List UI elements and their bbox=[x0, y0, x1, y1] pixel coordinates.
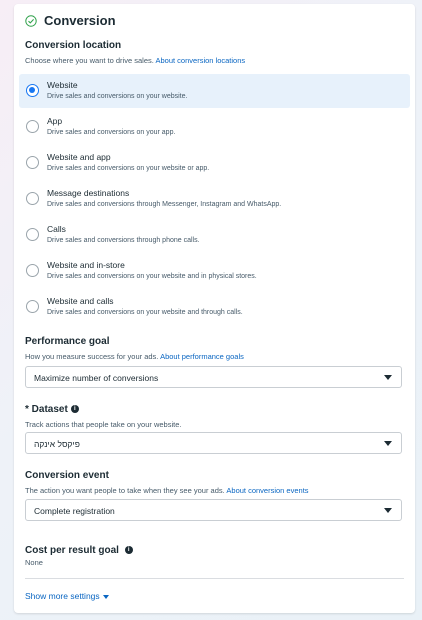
option-description: Drive sales and conversions on your webs… bbox=[47, 309, 243, 316]
conversion-location-options: Website Drive sales and conversions on yo… bbox=[19, 74, 410, 326]
conversion-event-value: Complete registration bbox=[34, 506, 115, 516]
dataset-subtitle: Track actions that people take on your w… bbox=[25, 420, 182, 429]
option-label: Website and in-store bbox=[47, 260, 125, 270]
chevron-down-icon bbox=[384, 508, 392, 513]
conversion-event-select[interactable]: Complete registration bbox=[25, 499, 402, 521]
conversion-card: Conversion Conversion location Choose wh… bbox=[14, 4, 415, 613]
conversion-location-option[interactable]: Website and app Drive sales and conversio… bbox=[19, 146, 410, 180]
conversion-location-option[interactable]: Message destinations Drive sales and conv… bbox=[19, 182, 410, 216]
conversion-location-option[interactable]: Website Drive sales and conversions on yo… bbox=[19, 74, 410, 108]
performance-goal-subtitle: How you measure success for your ads. Ab… bbox=[25, 352, 244, 361]
option-description: Drive sales and conversions on your webs… bbox=[47, 273, 257, 280]
conversion-event-subtitle: The action you want people to take when … bbox=[25, 486, 309, 495]
option-label: Calls bbox=[47, 224, 66, 234]
option-label: Website and calls bbox=[47, 296, 114, 306]
check-circle-icon bbox=[25, 14, 37, 27]
conversion-location-option[interactable]: Calls Drive sales and conversions through… bbox=[19, 218, 410, 252]
performance-goal-title: Performance goal bbox=[25, 336, 110, 347]
section-header: Conversion bbox=[25, 13, 116, 28]
dataset-value: פיקסל אינקה bbox=[34, 439, 80, 449]
radio-button[interactable] bbox=[26, 84, 39, 97]
conversion-location-option[interactable]: App Drive sales and conversions on your a… bbox=[19, 110, 410, 144]
about-conversion-events-link[interactable]: About conversion events bbox=[226, 486, 308, 495]
chevron-down-icon bbox=[102, 594, 109, 599]
radio-button[interactable] bbox=[26, 264, 39, 277]
cost-goal-value: None bbox=[25, 558, 43, 567]
info-icon[interactable]: i bbox=[124, 546, 133, 555]
dataset-select[interactable]: פיקסל אינקה bbox=[25, 432, 402, 454]
divider bbox=[25, 578, 404, 579]
radio-button[interactable] bbox=[26, 300, 39, 313]
option-label: App bbox=[47, 116, 63, 126]
option-label: Website and app bbox=[47, 152, 111, 162]
option-description: Drive sales and conversions on your app. bbox=[47, 129, 176, 136]
chevron-down-icon bbox=[384, 441, 392, 446]
show-more-settings-button[interactable]: Show more settings bbox=[25, 591, 109, 601]
about-conversion-locations-link[interactable]: About conversion locations bbox=[156, 56, 246, 65]
option-label: Website bbox=[47, 80, 78, 90]
radio-button[interactable] bbox=[26, 228, 39, 241]
info-icon[interactable]: i bbox=[70, 405, 79, 414]
option-description: Drive sales and conversions through Mess… bbox=[47, 201, 282, 208]
dataset-title: * Dataset i bbox=[25, 404, 79, 415]
chevron-down-icon bbox=[384, 375, 392, 380]
radio-button[interactable] bbox=[26, 156, 39, 169]
performance-goal-select[interactable]: Maximize number of conversions bbox=[25, 366, 402, 388]
conversion-location-option[interactable]: Website and in-store Drive sales and conv… bbox=[19, 254, 410, 288]
option-label: Message destinations bbox=[47, 188, 130, 198]
option-description: Drive sales and conversions on your webs… bbox=[47, 165, 210, 172]
conversion-location-option[interactable]: Website and calls Drive sales and convers… bbox=[19, 290, 410, 324]
option-description: Drive sales and conversions through phon… bbox=[47, 237, 200, 244]
radio-button[interactable] bbox=[26, 192, 39, 205]
cost-goal-title: Cost per result goal i bbox=[25, 545, 133, 556]
conversion-location-title: Conversion location bbox=[25, 40, 122, 51]
option-description: Drive sales and conversions on your webs… bbox=[47, 93, 188, 100]
section-title: Conversion bbox=[44, 13, 116, 28]
conversion-location-subtitle: Choose where you want to drive sales. Ab… bbox=[25, 56, 246, 65]
radio-button[interactable] bbox=[26, 120, 39, 133]
performance-goal-value: Maximize number of conversions bbox=[34, 373, 159, 383]
conversion-event-title: Conversion event bbox=[25, 470, 109, 481]
about-performance-goals-link[interactable]: About performance goals bbox=[160, 352, 244, 361]
